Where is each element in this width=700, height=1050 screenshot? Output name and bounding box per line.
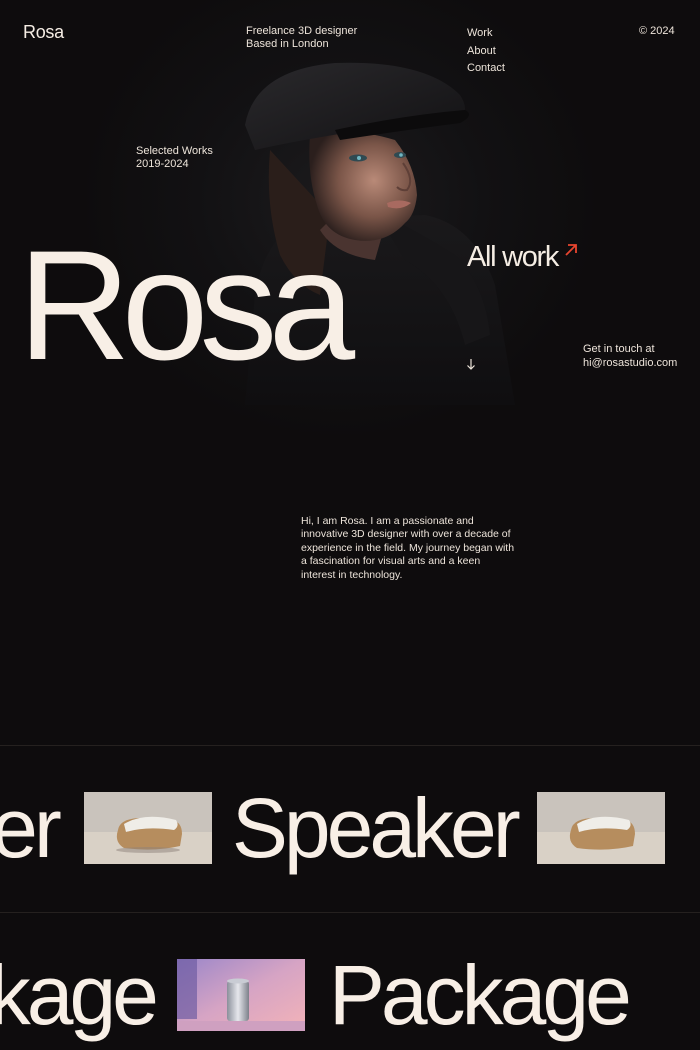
page: Rosa Freelance 3D designer Based in Lond… — [0, 0, 700, 1050]
nav-item-about[interactable]: About — [467, 43, 505, 61]
hero-title: Rosa — [18, 219, 355, 393]
copyright: © 2024 — [639, 25, 675, 37]
selected-works-label: Selected Works 2019-2024 — [136, 145, 213, 171]
tagline-role: Freelance 3D designer — [246, 25, 358, 37]
nav-item-contact[interactable]: Contact — [467, 60, 505, 78]
project-title: Package — [0, 948, 159, 1042]
divider — [0, 912, 700, 913]
project-title: Package — [328, 948, 632, 1042]
logo[interactable]: Rosa — [23, 22, 64, 43]
marquee-row: Speaker Speaker — [0, 778, 665, 878]
main-nav: Work About Contact — [467, 25, 505, 78]
tagline: Freelance 3D designer Based in London — [246, 25, 357, 51]
selected-works-title: Selected Works — [136, 145, 213, 157]
all-work-link[interactable]: All work — [467, 240, 579, 274]
nav-item-work[interactable]: Work — [467, 25, 505, 43]
tagline-location: Based in London — [246, 38, 329, 50]
project-title: Speaker — [0, 781, 62, 875]
all-work-label: All work — [467, 241, 559, 273]
speaker-thumbnail[interactable] — [83, 792, 212, 864]
divider — [0, 745, 700, 746]
marquee-row: Package — [0, 945, 632, 1045]
arrow-down-icon[interactable] — [465, 358, 477, 370]
project-marquee-package[interactable]: Package — [0, 945, 700, 1045]
contact-email-link[interactable]: hi@rosastudio.com — [583, 357, 677, 371]
project-title: Speaker — [231, 781, 521, 875]
contact-info: Get in touch at hi@rosastudio.com — [583, 343, 677, 370]
arrow-up-right-icon — [565, 244, 578, 256]
speaker-thumbnail[interactable] — [536, 792, 665, 864]
project-marquee-speaker[interactable]: Speaker Speaker — [0, 778, 700, 878]
contact-label: Get in touch at — [583, 343, 655, 355]
selected-works-years: 2019-2024 — [136, 158, 189, 170]
bio-text: Hi, I am Rosa. I am a passionate and inn… — [301, 515, 515, 581]
package-thumbnail[interactable] — [176, 959, 305, 1031]
